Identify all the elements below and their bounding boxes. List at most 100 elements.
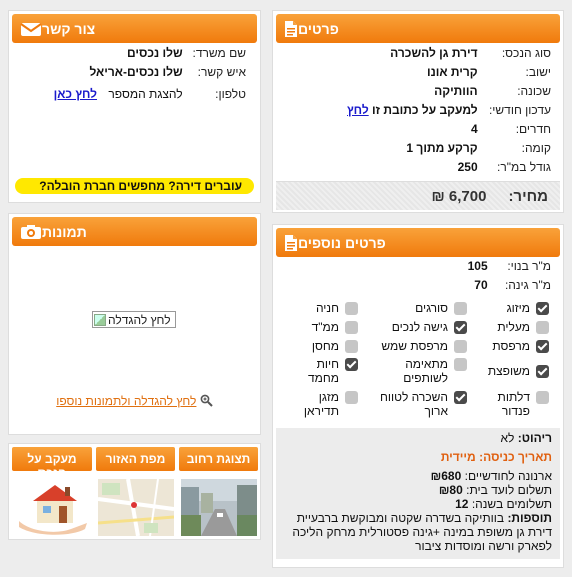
details-row-type: סוג הנכס: דירת גן להשכרה bbox=[390, 46, 551, 60]
details-row-size: גודל במ"ר: 250 bbox=[458, 160, 551, 174]
committee-value: ₪80 bbox=[438, 483, 463, 497]
checkbox-checked[interactable] bbox=[536, 365, 549, 378]
feature-roommates[interactable]: מתאימה לשותפים bbox=[369, 357, 467, 385]
contact-title: צור קשר bbox=[42, 20, 96, 37]
details-row-rooms: חדרים: 4 bbox=[471, 122, 551, 136]
row-value: למעקב על כתובת זו bbox=[372, 103, 478, 117]
checkbox-unchecked[interactable] bbox=[536, 391, 549, 404]
row-label: חדרים: bbox=[515, 122, 551, 136]
feature-sun-balcony[interactable]: מרפסת שמש bbox=[369, 339, 467, 353]
feature-label: חיות מחמד bbox=[307, 357, 339, 385]
house-in-hands-image[interactable] bbox=[15, 479, 91, 536]
zoom-icon bbox=[200, 394, 213, 410]
checkbox-unchecked[interactable] bbox=[345, 321, 358, 334]
checkbox-unchecked[interactable] bbox=[454, 302, 467, 315]
checkbox-checked[interactable] bbox=[454, 391, 467, 404]
feature-pets[interactable]: חיות מחמד bbox=[280, 357, 358, 385]
area-map-tab[interactable]: מפת האזור bbox=[96, 447, 175, 471]
entry-date-label: תאריך כניסה: bbox=[479, 450, 552, 464]
track-property-tab[interactable]: מעקב על הנכס bbox=[12, 447, 92, 471]
contact-header: צור קשר bbox=[12, 14, 257, 43]
checkbox-unchecked[interactable] bbox=[345, 340, 358, 353]
feature-safe-room[interactable]: ממ"ד bbox=[280, 320, 358, 334]
feature-bars[interactable]: סורגים bbox=[369, 301, 467, 315]
furniture-row: ריהוט: לא bbox=[284, 431, 552, 445]
furniture-value: לא bbox=[500, 431, 515, 445]
details-row-monthly-update: עדכון חודשי: למעקב על כתובת זו לחץ bbox=[347, 103, 551, 117]
garden-area-row: מ"ר גינה: 70 bbox=[474, 278, 551, 292]
feature-label: מרפסת שמש bbox=[381, 339, 448, 353]
show-phone-link[interactable]: לחץ כאן bbox=[54, 87, 97, 101]
feature-parking[interactable]: חניה bbox=[280, 301, 358, 315]
checkbox-unchecked[interactable] bbox=[536, 321, 549, 334]
built-area-row: מ"ר בנוי: 105 bbox=[468, 259, 551, 273]
price-label: מחיר: bbox=[508, 187, 548, 205]
feature-label: מעלית bbox=[497, 320, 530, 334]
feature-pandor-doors[interactable]: דלתות פנדור bbox=[475, 390, 549, 418]
contact-phone-row: טלפון: להצגת המספר לחץ כאן bbox=[54, 87, 246, 101]
main-photo[interactable]: לחץ להגדלה bbox=[92, 311, 176, 328]
checkbox-unchecked[interactable] bbox=[345, 302, 358, 315]
entry-date-row: תאריך כניסה: מיידית bbox=[284, 450, 552, 464]
feature-label: מחסן bbox=[311, 339, 339, 353]
street-view-tab[interactable]: תצוגת רחוב bbox=[179, 447, 258, 471]
street-view-thumbnail[interactable] bbox=[181, 479, 257, 536]
phone-label: טלפון: bbox=[215, 87, 246, 101]
built-area-label: מ"ר בנוי: bbox=[507, 259, 551, 273]
garden-area-label: מ"ר גינה: bbox=[504, 278, 551, 292]
feature-elevator[interactable]: מעלית bbox=[475, 320, 549, 334]
checkbox-checked[interactable] bbox=[536, 340, 549, 353]
feature-long-term[interactable]: השכרה לטווח ארוך bbox=[369, 390, 467, 418]
row-value: קרית אונו bbox=[426, 65, 478, 79]
checkbox-checked[interactable] bbox=[345, 358, 358, 371]
extra-details-title: פרטים נוספים bbox=[298, 234, 386, 251]
additions-row: תוספות: בוותיקה בשדרה שקטה ומבוקשת ברבעי… bbox=[284, 511, 552, 553]
arnona-label: ארנונה לחודשיים: bbox=[464, 469, 552, 483]
details-row-floor: קומה: קרקע מתוך 1 bbox=[406, 141, 551, 155]
row-value: קרקע מתוך 1 bbox=[406, 141, 478, 155]
street-view-label: תצוגת רחוב bbox=[186, 452, 251, 466]
payments-row: תשלומים בשנה: 12 bbox=[284, 497, 552, 511]
row-label: קומה: bbox=[521, 141, 551, 155]
area-map-thumbnail[interactable] bbox=[98, 479, 174, 536]
feature-storage[interactable]: מחסן bbox=[280, 339, 358, 353]
monthly-update-link[interactable]: לחץ bbox=[347, 103, 369, 117]
checkbox-unchecked[interactable] bbox=[345, 391, 358, 404]
details-panel: פרטים סוג הנכס: דירת גן להשכרה ישוב: קרי… bbox=[272, 10, 564, 213]
feature-renovated[interactable]: משופצת bbox=[475, 364, 549, 378]
phone-text: להצגת המספר bbox=[108, 87, 183, 101]
extra-details-panel: פרטים נוספים מ"ר בנוי: 105 מ"ר גינה: 70 … bbox=[272, 224, 564, 568]
office-value: שלו נכסים bbox=[126, 46, 183, 60]
feature-accessibility[interactable]: גישה לנכים bbox=[369, 320, 467, 334]
document-icon bbox=[284, 20, 298, 38]
feature-tadiran-ac[interactable]: מזגן תדיראן bbox=[280, 390, 358, 418]
office-label: שם משרד: bbox=[192, 46, 246, 60]
price-value: ₪ 6,700 bbox=[431, 187, 487, 205]
track-property-label: מעקב על הנכס bbox=[27, 452, 77, 471]
more-photos-row: לחץ להגדלה ולתמונות נוספו bbox=[9, 394, 260, 410]
more-photos-link[interactable]: לחץ להגדלה ולתמונות נוספו bbox=[56, 394, 196, 408]
extra-info-box: ריהוט: לא תאריך כניסה: מיידית ארנונה לחו… bbox=[276, 428, 560, 559]
details-title: פרטים bbox=[298, 20, 339, 37]
details-header: פרטים bbox=[276, 14, 560, 43]
camera-icon bbox=[20, 224, 42, 240]
feature-label: דלתות פנדור bbox=[497, 390, 530, 418]
photos-panel: תמונות לחץ להגדלה לחץ להגדלה ולתמונות נו… bbox=[8, 213, 261, 435]
feature-balcony[interactable]: מרפסת bbox=[475, 339, 549, 353]
views-panel: תצוגת רחוב מפת האזור מעקב על הנכס bbox=[8, 443, 261, 540]
row-value: הוותיקה bbox=[434, 84, 478, 98]
built-area-value: 105 bbox=[467, 259, 488, 273]
details-row-city: ישוב: קרית אונו bbox=[427, 65, 551, 79]
feature-label: חניה bbox=[315, 301, 339, 315]
feature-air-conditioning[interactable]: מיזוג bbox=[475, 301, 549, 315]
feature-label: מרפסת bbox=[492, 339, 530, 353]
committee-row: תשלום לועד בית: ₪80 bbox=[284, 483, 552, 497]
row-label: סוג הנכס: bbox=[501, 46, 551, 60]
moving-banner[interactable]: עוברים דירה? מחפשים חברת הובלה? bbox=[15, 178, 254, 194]
checkbox-unchecked[interactable] bbox=[454, 340, 467, 353]
feature-label: ממ"ד bbox=[311, 320, 339, 334]
checkbox-checked[interactable] bbox=[536, 302, 549, 315]
price-box: מחיר: ₪ 6,700 bbox=[276, 181, 560, 210]
checkbox-checked[interactable] bbox=[454, 321, 467, 334]
checkbox-unchecked[interactable] bbox=[454, 358, 467, 371]
